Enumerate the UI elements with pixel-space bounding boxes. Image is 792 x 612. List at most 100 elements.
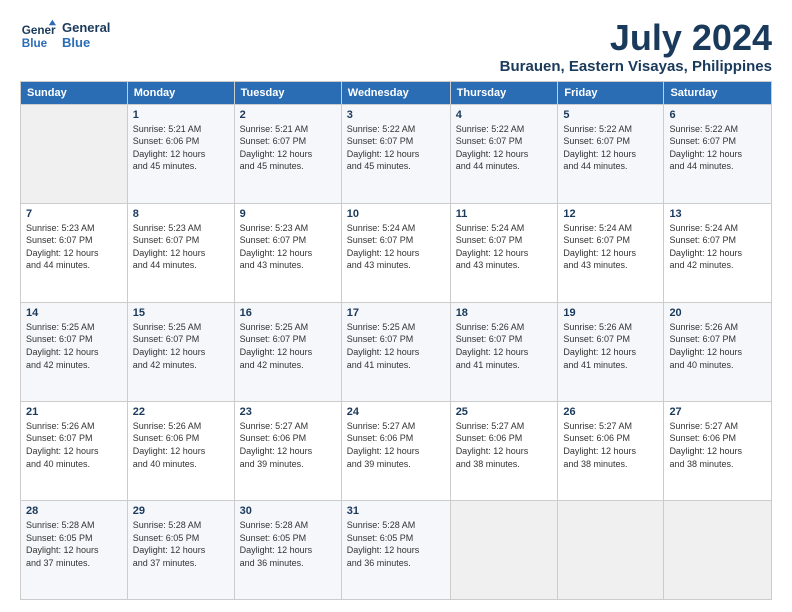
col-header-monday: Monday — [127, 81, 234, 104]
day-cell: 20Sunrise: 5:26 AM Sunset: 6:07 PM Dayli… — [664, 302, 772, 401]
day-info: Sunrise: 5:24 AM Sunset: 6:07 PM Dayligh… — [456, 222, 553, 272]
day-info: Sunrise: 5:27 AM Sunset: 6:06 PM Dayligh… — [669, 420, 766, 470]
calendar-header-row: SundayMondayTuesdayWednesdayThursdayFrid… — [21, 81, 772, 104]
col-header-wednesday: Wednesday — [341, 81, 450, 104]
day-cell — [664, 500, 772, 599]
day-number: 31 — [347, 505, 445, 517]
day-cell: 11 Sunrise: 5:24 AM Sunset: 6:07 PM Dayli… — [450, 203, 558, 302]
day-cell: 24 Sunrise: 5:27 AM Sunset: 6:06 PM Dayli… — [341, 401, 450, 500]
day-info: Sunrise: 5:25 AM Sunset: 6:07 PM Dayligh… — [133, 321, 229, 371]
day-info: Sunrise: 5:25 AM Sunset: 6:07 PM Dayligh… — [26, 321, 122, 371]
svg-text:Blue: Blue — [22, 37, 48, 50]
week-row-2: 7Sunrise: 5:23 AM Sunset: 6:07 PM Daylig… — [21, 203, 772, 302]
day-number: 5 — [563, 109, 658, 121]
day-cell: 31 Sunrise: 5:28 AM Sunset: 6:05 PM Dayli… — [341, 500, 450, 599]
day-number: 25 — [456, 406, 553, 418]
logo-icon: General Blue — [20, 18, 56, 54]
day-cell: 3Sunrise: 5:22 AM Sunset: 6:07 PM Daylig… — [341, 104, 450, 203]
day-number: 1 — [133, 109, 229, 121]
day-cell: 16 Sunrise: 5:25 AM Sunset: 6:07 PM Dayli… — [234, 302, 341, 401]
day-info: Sunrise: 5:26 AM Sunset: 6:07 PM Dayligh… — [563, 321, 658, 371]
day-info: Sunrise: 5:21 AM Sunset: 6:07 PM Dayligh… — [240, 123, 336, 173]
day-cell: 10 Sunrise: 5:24 AM Sunset: 6:07 PM Dayli… — [341, 203, 450, 302]
col-header-tuesday: Tuesday — [234, 81, 341, 104]
day-cell: 8 Sunrise: 5:23 AM Sunset: 6:07 PM Daylig… — [127, 203, 234, 302]
day-number: 18 — [456, 307, 553, 319]
day-info: Sunrise: 5:28 AM Sunset: 6:05 PM Dayligh… — [347, 519, 445, 569]
day-number: 21 — [26, 406, 122, 418]
logo-text: General — [62, 21, 110, 36]
day-info: Sunrise: 5:25 AM Sunset: 6:07 PM Dayligh… — [240, 321, 336, 371]
week-row-4: 21 Sunrise: 5:26 AM Sunset: 6:07 PM Dayli… — [21, 401, 772, 500]
day-info: Sunrise: 5:24 AM Sunset: 6:07 PM Dayligh… — [347, 222, 445, 272]
day-cell: 29Sunrise: 5:28 AM Sunset: 6:05 PM Dayli… — [127, 500, 234, 599]
day-cell — [21, 104, 128, 203]
title-block: July 2024 Burauen, Eastern Visayas, Phil… — [500, 18, 772, 75]
day-info: Sunrise: 5:25 AM Sunset: 6:07 PM Dayligh… — [347, 321, 445, 371]
header: General Blue General Blue July 2024 Bura… — [20, 18, 772, 75]
day-info: Sunrise: 5:21 AM Sunset: 6:06 PM Dayligh… — [133, 123, 229, 173]
day-info: Sunrise: 5:26 AM Sunset: 6:07 PM Dayligh… — [456, 321, 553, 371]
page: General Blue General Blue July 2024 Bura… — [0, 0, 792, 612]
day-info: Sunrise: 5:23 AM Sunset: 6:07 PM Dayligh… — [133, 222, 229, 272]
day-cell: 21 Sunrise: 5:26 AM Sunset: 6:07 PM Dayli… — [21, 401, 128, 500]
day-info: Sunrise: 5:22 AM Sunset: 6:07 PM Dayligh… — [456, 123, 553, 173]
day-cell: 18 Sunrise: 5:26 AM Sunset: 6:07 PM Dayli… — [450, 302, 558, 401]
day-cell: 9Sunrise: 5:23 AM Sunset: 6:07 PM Daylig… — [234, 203, 341, 302]
col-header-saturday: Saturday — [664, 81, 772, 104]
day-number: 13 — [669, 208, 766, 220]
day-cell: 1 Sunrise: 5:21 AM Sunset: 6:06 PM Daylig… — [127, 104, 234, 203]
day-cell: 25 Sunrise: 5:27 AM Sunset: 6:06 PM Dayli… — [450, 401, 558, 500]
day-number: 8 — [133, 208, 229, 220]
day-number: 30 — [240, 505, 336, 517]
day-cell: 4 Sunrise: 5:22 AM Sunset: 6:07 PM Daylig… — [450, 104, 558, 203]
day-number: 23 — [240, 406, 336, 418]
day-info: Sunrise: 5:22 AM Sunset: 6:07 PM Dayligh… — [563, 123, 658, 173]
day-info: Sunrise: 5:22 AM Sunset: 6:07 PM Dayligh… — [347, 123, 445, 173]
week-row-3: 14 Sunrise: 5:25 AM Sunset: 6:07 PM Dayli… — [21, 302, 772, 401]
day-number: 28 — [26, 505, 122, 517]
day-cell: 26Sunrise: 5:27 AM Sunset: 6:06 PM Dayli… — [558, 401, 664, 500]
col-header-sunday: Sunday — [21, 81, 128, 104]
day-number: 14 — [26, 307, 122, 319]
day-number: 27 — [669, 406, 766, 418]
logo: General Blue General Blue — [20, 18, 110, 54]
day-info: Sunrise: 5:28 AM Sunset: 6:05 PM Dayligh… — [133, 519, 229, 569]
day-info: Sunrise: 5:27 AM Sunset: 6:06 PM Dayligh… — [456, 420, 553, 470]
day-info: Sunrise: 5:24 AM Sunset: 6:07 PM Dayligh… — [563, 222, 658, 272]
day-info: Sunrise: 5:28 AM Sunset: 6:05 PM Dayligh… — [240, 519, 336, 569]
day-number: 20 — [669, 307, 766, 319]
day-number: 17 — [347, 307, 445, 319]
day-number: 19 — [563, 307, 658, 319]
day-cell: 12 Sunrise: 5:24 AM Sunset: 6:07 PM Dayli… — [558, 203, 664, 302]
day-number: 4 — [456, 109, 553, 121]
day-cell: 2 Sunrise: 5:21 AM Sunset: 6:07 PM Daylig… — [234, 104, 341, 203]
col-header-thursday: Thursday — [450, 81, 558, 104]
day-number: 11 — [456, 208, 553, 220]
day-info: Sunrise: 5:27 AM Sunset: 6:06 PM Dayligh… — [347, 420, 445, 470]
day-cell: 6Sunrise: 5:22 AM Sunset: 6:07 PM Daylig… — [664, 104, 772, 203]
day-cell: 14 Sunrise: 5:25 AM Sunset: 6:07 PM Dayli… — [21, 302, 128, 401]
day-info: Sunrise: 5:22 AM Sunset: 6:07 PM Dayligh… — [669, 123, 766, 173]
day-number: 22 — [133, 406, 229, 418]
day-number: 9 — [240, 208, 336, 220]
day-number: 24 — [347, 406, 445, 418]
day-info: Sunrise: 5:27 AM Sunset: 6:06 PM Dayligh… — [563, 420, 658, 470]
day-number: 16 — [240, 307, 336, 319]
day-number: 10 — [347, 208, 445, 220]
day-info: Sunrise: 5:26 AM Sunset: 6:06 PM Dayligh… — [133, 420, 229, 470]
day-number: 2 — [240, 109, 336, 121]
day-cell: 30 Sunrise: 5:28 AM Sunset: 6:05 PM Dayli… — [234, 500, 341, 599]
day-info: Sunrise: 5:27 AM Sunset: 6:06 PM Dayligh… — [240, 420, 336, 470]
day-info: Sunrise: 5:24 AM Sunset: 6:07 PM Dayligh… — [669, 222, 766, 272]
day-cell — [450, 500, 558, 599]
svg-text:General: General — [22, 24, 56, 37]
day-cell: 17 Sunrise: 5:25 AM Sunset: 6:07 PM Dayli… — [341, 302, 450, 401]
day-info: Sunrise: 5:26 AM Sunset: 6:07 PM Dayligh… — [26, 420, 122, 470]
main-title: July 2024 — [500, 18, 772, 58]
day-cell: 7Sunrise: 5:23 AM Sunset: 6:07 PM Daylig… — [21, 203, 128, 302]
subtitle: Burauen, Eastern Visayas, Philippines — [500, 58, 772, 75]
week-row-1: 1 Sunrise: 5:21 AM Sunset: 6:06 PM Daylig… — [21, 104, 772, 203]
day-cell: 22 Sunrise: 5:26 AM Sunset: 6:06 PM Dayli… — [127, 401, 234, 500]
day-number: 12 — [563, 208, 658, 220]
